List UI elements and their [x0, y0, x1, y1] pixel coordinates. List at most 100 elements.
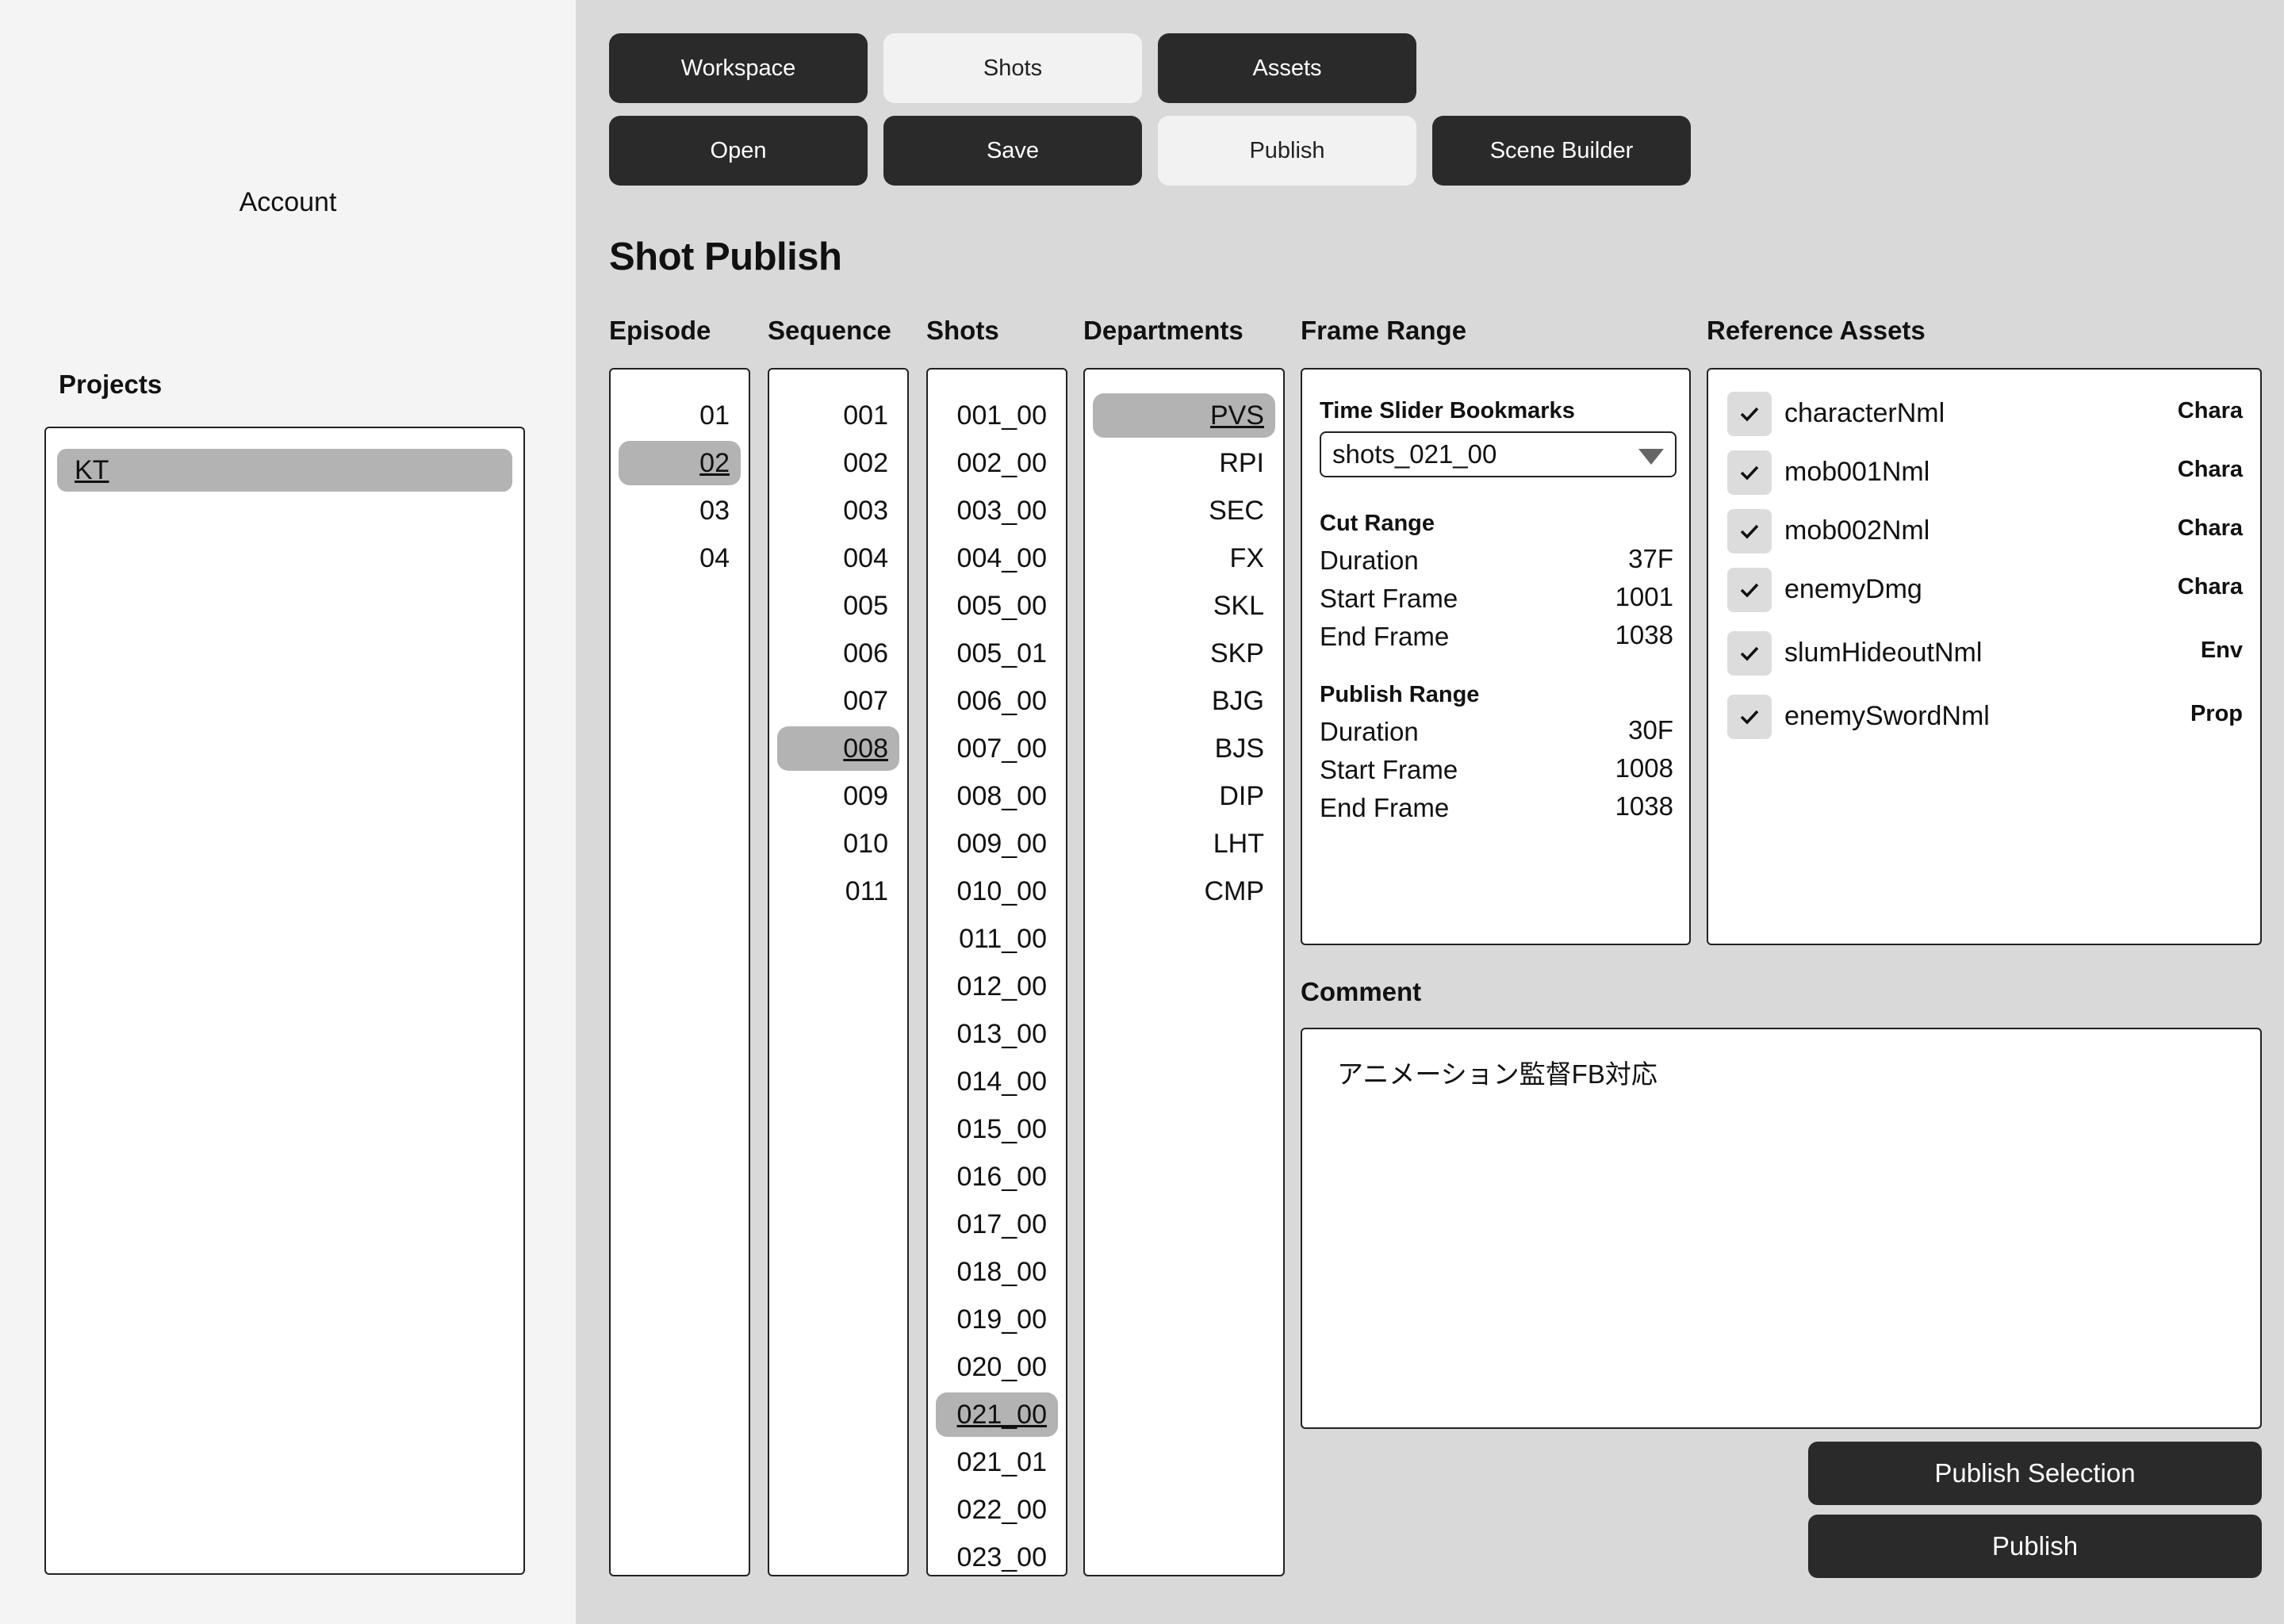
chevron-down-icon — [1638, 449, 1664, 465]
sequence-item[interactable]: 006 — [843, 631, 888, 676]
bookmarks-label: Time Slider Bookmarks — [1320, 398, 1575, 423]
cut-start-label: Start Frame — [1320, 584, 1458, 613]
shots-header: Shots — [926, 316, 999, 345]
shots-item[interactable]: 019_00 — [957, 1297, 1047, 1342]
shots-item[interactable]: 023_00 — [957, 1535, 1047, 1580]
sequence-item[interactable]: 007 — [843, 679, 888, 723]
sequence-item[interactable]: 004 — [843, 536, 888, 580]
asset-checkbox[interactable] — [1727, 509, 1772, 553]
asset-checkbox[interactable] — [1727, 450, 1772, 495]
shots-item[interactable]: 011_00 — [959, 917, 1047, 961]
frame-range-panel: Time Slider Bookmarks shots_021_00 Cut R… — [1301, 368, 1691, 945]
reference-assets-panel: characterNml Chara mob001Nml Chara mob00… — [1707, 368, 2262, 945]
asset-row: enemySwordNml Prop — [1727, 693, 2243, 741]
shots-item[interactable]: 014_00 — [957, 1059, 1047, 1104]
shots-item[interactable]: 021_01 — [957, 1440, 1047, 1484]
asset-name: mob001Nml — [1784, 457, 1930, 487]
bookmark-value: shots_021_00 — [1332, 439, 1497, 469]
shots-item[interactable]: 005_01 — [957, 631, 1047, 676]
shots-item[interactable]: 001_00 — [957, 393, 1047, 438]
publish-range-label: Publish Range — [1320, 682, 1480, 707]
shots-item[interactable]: 016_00 — [957, 1155, 1047, 1199]
asset-type: Env — [2200, 638, 2243, 663]
sequence-item[interactable]: 005 — [843, 584, 888, 628]
workspace-tab[interactable]: Workspace — [609, 33, 868, 103]
sequence-header: Sequence — [768, 316, 891, 345]
asset-type: Chara — [2177, 574, 2243, 599]
publish-button[interactable]: Publish — [1808, 1515, 2262, 1578]
departments-item[interactable]: DIP — [1219, 774, 1264, 818]
sequence-list: 001 002 003 004 005 006 007 008 009 010 011 — [768, 368, 909, 1576]
account-label[interactable]: Account — [0, 187, 576, 218]
sequence-item[interactable]: 011 — [845, 869, 888, 914]
episode-item[interactable]: 01 — [699, 393, 730, 438]
shots-item[interactable]: 007_00 — [957, 726, 1047, 771]
asset-checkbox[interactable] — [1727, 568, 1772, 612]
asset-row: mob001Nml Chara — [1727, 449, 2243, 496]
shots-item[interactable]: 018_00 — [957, 1250, 1047, 1294]
departments-item[interactable]: RPI — [1219, 441, 1264, 485]
asset-name: enemySwordNml — [1784, 701, 1990, 731]
departments-item[interactable]: LHT — [1213, 822, 1264, 866]
departments-item[interactable]: PVS — [1093, 393, 1275, 438]
check-icon — [1740, 583, 1759, 598]
sequence-item[interactable]: 002 — [843, 441, 888, 485]
asset-checkbox[interactable] — [1727, 695, 1772, 739]
publish-selection-button[interactable]: Publish Selection — [1808, 1442, 2262, 1505]
reference-assets-header: Reference Assets — [1707, 316, 1926, 345]
shots-item[interactable]: 013_00 — [957, 1012, 1047, 1056]
shots-item[interactable]: 006_00 — [957, 679, 1047, 723]
asset-checkbox[interactable] — [1727, 392, 1772, 436]
episode-item[interactable]: 04 — [699, 536, 730, 580]
assets-tab[interactable]: Assets — [1158, 33, 1416, 103]
check-icon — [1740, 465, 1759, 481]
shots-item[interactable]: 021_00 — [936, 1392, 1058, 1437]
sequence-item[interactable]: 001 — [843, 393, 888, 438]
shots-item[interactable]: 009_00 — [957, 822, 1047, 866]
shots-item[interactable]: 010_00 — [957, 869, 1047, 914]
sequence-item[interactable]: 010 — [843, 822, 888, 866]
departments-item[interactable]: BJS — [1215, 726, 1264, 771]
save-button[interactable]: Save — [883, 116, 1142, 186]
check-icon — [1740, 710, 1759, 725]
shots-tab[interactable]: Shots — [883, 33, 1142, 103]
shots-item[interactable]: 012_00 — [957, 964, 1047, 1009]
publish-tab[interactable]: Publish — [1158, 116, 1416, 186]
shots-item[interactable]: 008_00 — [957, 774, 1047, 818]
departments-item[interactable]: FX — [1230, 536, 1264, 580]
shots-item[interactable]: 015_00 — [957, 1107, 1047, 1151]
cut-end-value: 1038 — [1615, 620, 1673, 649]
episode-item[interactable]: 02 — [619, 441, 741, 485]
asset-name: characterNml — [1784, 398, 1945, 428]
shots-item[interactable]: 022_00 — [957, 1488, 1047, 1532]
sequence-item[interactable]: 008 — [777, 726, 899, 771]
asset-checkbox[interactable] — [1727, 631, 1772, 676]
departments-item[interactable]: SKL — [1213, 584, 1264, 628]
departments-item[interactable]: BJG — [1212, 679, 1264, 723]
shots-item[interactable]: 020_00 — [957, 1345, 1047, 1389]
project-item-kt[interactable]: KT — [57, 449, 512, 492]
scene-builder-button[interactable]: Scene Builder — [1432, 116, 1691, 186]
shots-list: 001_00 002_00 003_00 004_00 005_00 005_01 006_… — [926, 368, 1067, 1576]
check-icon — [1740, 524, 1759, 539]
departments-item[interactable]: CMP — [1204, 869, 1264, 914]
sidebar: Account Projects KT — [0, 0, 576, 1624]
episode-item[interactable]: 03 — [699, 488, 730, 533]
sequence-item[interactable]: 003 — [843, 488, 888, 533]
departments-item[interactable]: SKP — [1210, 631, 1264, 676]
cut-range-label: Cut Range — [1320, 511, 1435, 536]
publish-duration-value: 30F — [1628, 715, 1673, 745]
sequence-item[interactable]: 009 — [843, 774, 888, 818]
shots-item[interactable]: 002_00 — [957, 441, 1047, 485]
departments-item[interactable]: SEC — [1209, 488, 1264, 533]
shots-item[interactable]: 003_00 — [957, 488, 1047, 533]
open-button[interactable]: Open — [609, 116, 868, 186]
shots-item[interactable]: 005_00 — [957, 584, 1047, 628]
shots-item[interactable]: 017_00 — [957, 1202, 1047, 1247]
shots-item[interactable]: 004_00 — [957, 536, 1047, 580]
asset-type: Chara — [2177, 398, 2243, 423]
asset-row: enemyDmg Chara — [1727, 566, 2243, 614]
comment-textarea[interactable]: アニメーション監督FB対応 — [1301, 1028, 2262, 1429]
bookmark-dropdown[interactable]: shots_021_00 — [1320, 431, 1677, 477]
asset-name: enemyDmg — [1784, 574, 1922, 604]
